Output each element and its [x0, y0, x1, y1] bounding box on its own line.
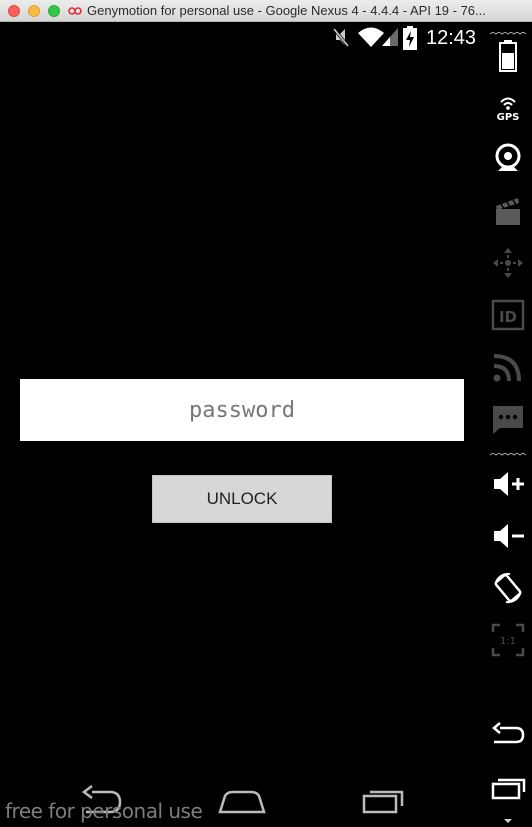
rotate-tool-icon[interactable]: [490, 570, 526, 606]
cell-signal-icon: [382, 28, 398, 46]
password-input[interactable]: [20, 379, 464, 441]
toolbar-separator: [490, 32, 526, 35]
battery-tool-icon[interactable]: [490, 38, 526, 74]
window-titlebar: Genymotion for personal use - Google Nex…: [0, 0, 532, 22]
status-bar: 12:43: [0, 22, 484, 54]
home-icon[interactable]: [217, 784, 267, 816]
pixel-perfect-tool-label: 1:1: [500, 636, 516, 647]
zoom-window-button[interactable]: [48, 5, 60, 17]
volume-down-tool-icon[interactable]: [490, 518, 526, 554]
close-window-button[interactable]: [8, 5, 20, 17]
gps-tool-icon[interactable]: GPS: [490, 90, 526, 126]
unlock-button[interactable]: UNLOCK: [152, 475, 332, 523]
rss-tool-icon[interactable]: [490, 349, 526, 385]
recents-icon[interactable]: [360, 784, 408, 816]
toolbar-more-icon[interactable]: [503, 817, 513, 825]
gps-tool-label: GPS: [497, 112, 520, 123]
battery-charging-icon: [403, 26, 417, 50]
sms-tool-icon[interactable]: [490, 401, 526, 437]
genymotion-toolbar: GPS ID 1:1: [484, 22, 532, 827]
volume-up-tool-icon[interactable]: [490, 466, 526, 502]
device-id-tool-label: ID: [499, 308, 517, 326]
camera-tool-icon[interactable]: [490, 141, 526, 177]
status-clock: 12:43: [426, 27, 477, 49]
remote-control-tool-icon[interactable]: [490, 245, 526, 281]
pixel-perfect-tool-icon[interactable]: 1:1: [490, 622, 526, 658]
device-id-tool-icon[interactable]: ID: [490, 297, 526, 333]
genymotion-logo-icon: [68, 7, 82, 15]
capture-tool-icon[interactable]: [490, 193, 526, 229]
recents-tool-icon[interactable]: [490, 770, 526, 806]
personal-use-watermark: free for personal use: [5, 799, 203, 823]
window-title: Genymotion for personal use - Google Nex…: [87, 3, 486, 18]
toolbar-separator: [490, 453, 526, 456]
android-screen: 12:43 UNLOCK free for personal use: [0, 22, 484, 827]
back-tool-icon[interactable]: [490, 716, 526, 752]
mute-icon: [332, 28, 350, 47]
minimize-window-button[interactable]: [28, 5, 40, 17]
